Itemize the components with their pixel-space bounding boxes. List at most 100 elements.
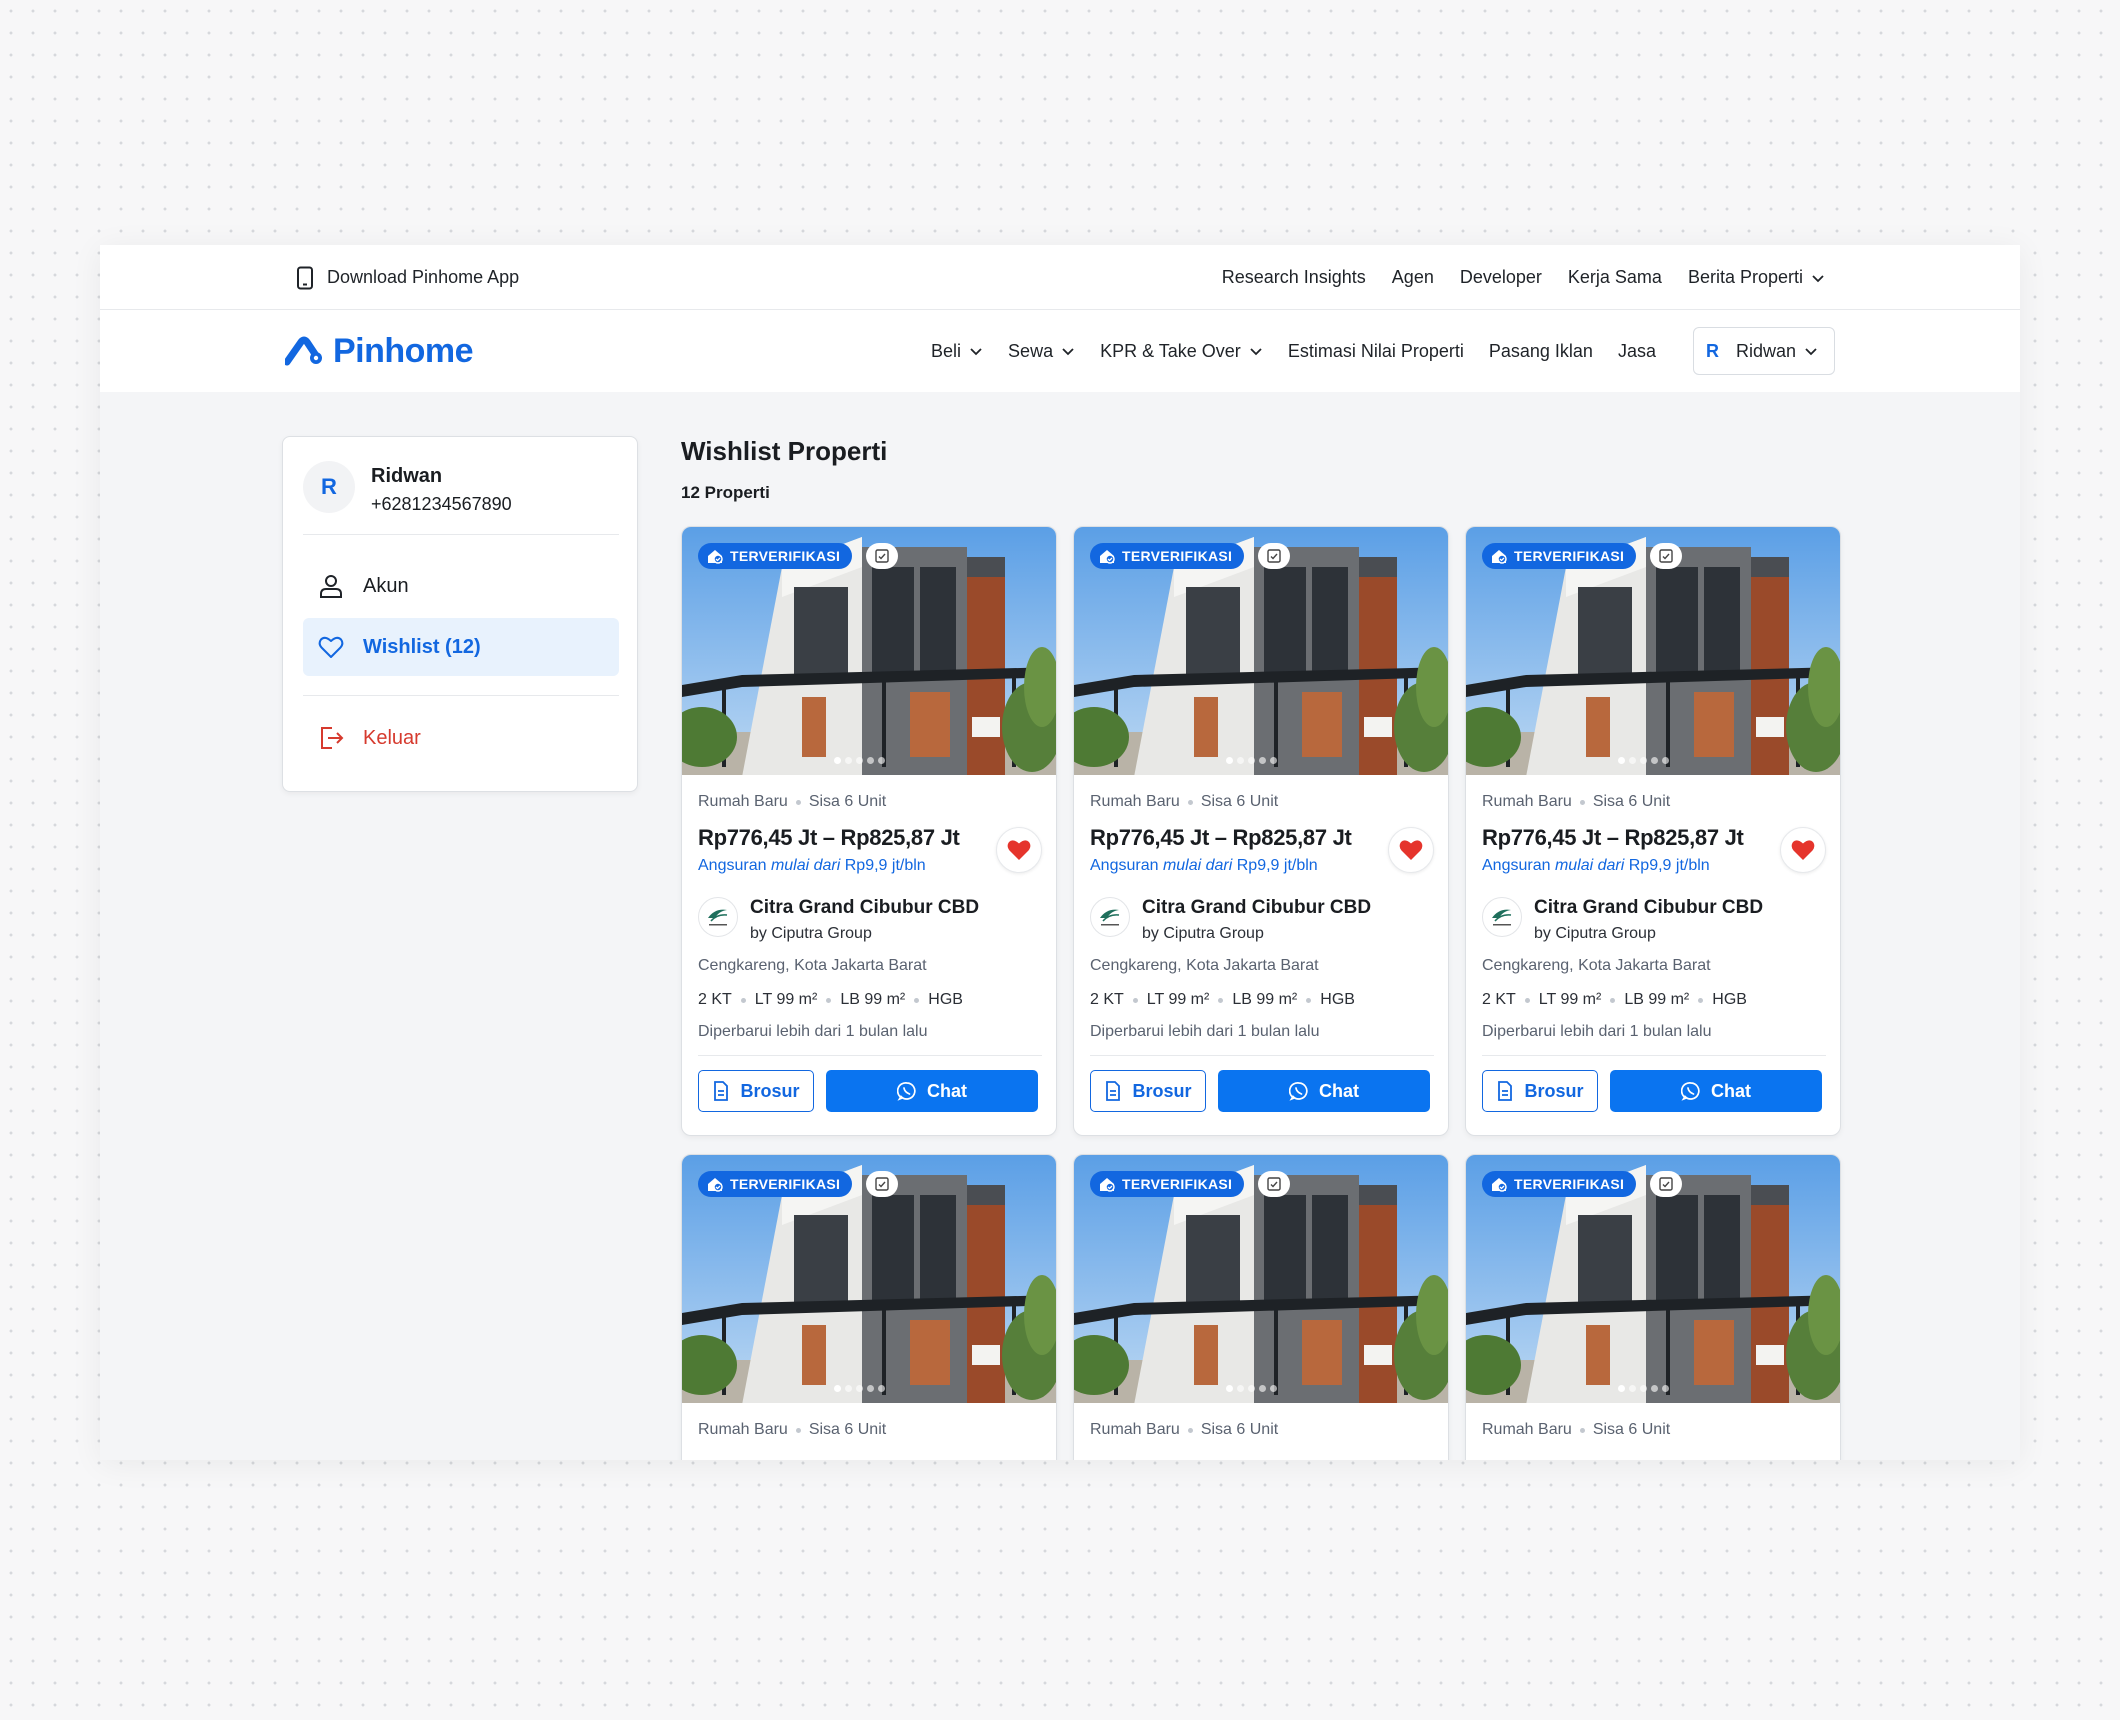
property-type-label: Rumah Baru (1090, 793, 1180, 810)
sidebar-item-keluar[interactable]: Keluar (303, 709, 619, 767)
sidebar-item-wishlist[interactable]: Wishlist (12) (303, 618, 619, 676)
brosur-button[interactable]: Brosur (1090, 1070, 1206, 1112)
chat-button[interactable]: Chat (1610, 1070, 1822, 1112)
card-divider (1482, 1055, 1826, 1056)
verified-icon (708, 550, 723, 564)
page-title: Wishlist Properti (681, 436, 888, 466)
property-card[interactable]: TERVERIFIKASI Rumah Baru Sisa 6 Unit (681, 1154, 1057, 1460)
carousel-dots[interactable] (1618, 1385, 1669, 1392)
chevron-down-icon (1805, 348, 1817, 356)
toplink-kerja-sama[interactable]: Kerja Sama (1568, 267, 1662, 288)
sidebar-item-akun[interactable]: Akun (303, 557, 619, 615)
property-photo[interactable]: TERVERIFIKASI (1074, 527, 1449, 775)
card-actions: Brosur Chat (1482, 1070, 1826, 1112)
chat-button[interactable]: Chat (826, 1070, 1038, 1112)
card-body: Rumah Baru Sisa 6 Unit Rp776,45 Jt – Rp82… (1090, 775, 1434, 1112)
property-photo[interactable]: TERVERIFIKASI (1466, 1155, 1841, 1403)
pinhome-logo-icon (285, 336, 322, 366)
property-card[interactable]: TERVERIFIKASI Rumah Baru Sisa 6 Unit Rp77… (681, 526, 1057, 1136)
chat-button[interactable]: Chat (1218, 1070, 1430, 1112)
card-body: Rumah Baru Sisa 6 Unit Rp776,45 Jt – Rp82… (1482, 775, 1826, 1112)
property-type-label: Rumah Baru (1482, 793, 1572, 810)
property-location: Cengkareng, Kota Jakarta Barat (698, 957, 927, 974)
verified-badge-label: TERVERIFIKASI (730, 1176, 841, 1192)
checklist-icon (1258, 543, 1290, 569)
card-body: Rumah Baru Sisa 6 Unit Rp776,45 Jt – Rp82… (698, 775, 1042, 1112)
developer-info[interactable]: Citra Grand Cibubur CBD by Ciputra Group (1482, 897, 1826, 943)
developer-info[interactable]: Citra Grand Cibubur CBD by Ciputra Group (698, 897, 1042, 943)
nav-pasang-iklan[interactable]: Pasang Iklan (1489, 341, 1593, 362)
app-window: Download Pinhome App Research Insights A… (100, 245, 2020, 1460)
toplink-research-insights[interactable]: Research Insights (1222, 267, 1366, 288)
toplink-berita-label: Berita Properti (1687, 267, 1803, 287)
whatsapp-icon (1681, 1082, 1700, 1101)
account-sidebar: R Ridwan +6281234567890 Akun Wishlist (1… (282, 436, 638, 792)
chat-label: Chat (1711, 1080, 1751, 1101)
nav-beli[interactable]: Beli (931, 341, 983, 362)
download-app-link[interactable]: Download Pinhome App (295, 245, 519, 310)
property-type-label: Rumah Baru (1482, 1421, 1572, 1438)
heart-filled-icon (1007, 840, 1031, 860)
verified-badge: TERVERIFIKASI (1482, 1171, 1637, 1197)
property-type: Rumah Baru Sisa 6 Unit (1090, 1421, 1434, 1439)
sidebar-item-label: Keluar (363, 726, 421, 749)
nav-sewa[interactable]: Sewa (1008, 341, 1075, 362)
document-icon (1106, 1081, 1121, 1101)
chevron-down-icon (1812, 274, 1824, 282)
property-specs: 2 KT LT 99 m² LB 99 m² HGB (1090, 991, 1355, 1008)
wishlist-heart-button[interactable] (1780, 827, 1826, 873)
profile-name: Ridwan (371, 465, 443, 487)
verified-icon (1100, 550, 1115, 564)
brosur-button[interactable]: Brosur (1482, 1070, 1598, 1112)
brosur-button[interactable]: Brosur (698, 1070, 814, 1112)
updated-info: Diperbarui lebih dari 1 bulan lalu (1482, 1023, 1712, 1040)
carousel-dots[interactable] (1226, 757, 1277, 764)
developer-name: Citra Grand Cibubur CBD (750, 897, 980, 918)
property-location: Cengkareng, Kota Jakarta Barat (1090, 957, 1319, 974)
nav-jasa[interactable]: Jasa (1618, 341, 1656, 362)
property-type: Rumah Baru Sisa 6 Unit (1090, 793, 1434, 811)
carousel-dots[interactable] (834, 757, 885, 764)
developer-info[interactable]: Citra Grand Cibubur CBD by Ciputra Group (1090, 897, 1434, 943)
toplink-berita-properti[interactable]: Berita Properti (1688, 267, 1825, 288)
verified-icon (1100, 1178, 1115, 1192)
developer-group: by Ciputra Group (750, 925, 872, 942)
download-app-label: Download Pinhome App (327, 267, 520, 287)
wishlist-heart-button[interactable] (996, 827, 1042, 873)
toplink-agen[interactable]: Agen (1392, 267, 1434, 288)
chat-label: Chat (927, 1080, 967, 1101)
property-card[interactable]: TERVERIFIKASI Rumah Baru Sisa 6 Unit Rp77… (1465, 526, 1841, 1136)
user-menu-button[interactable]: R Ridwan (1692, 327, 1835, 375)
property-card[interactable]: TERVERIFIKASI Rumah Baru Sisa 6 Unit Rp77… (1073, 526, 1449, 1136)
property-type-label: Rumah Baru (698, 793, 788, 810)
toplink-developer[interactable]: Developer (1460, 267, 1542, 288)
developer-name: Citra Grand Cibubur CBD (1142, 897, 1372, 918)
heart-icon (318, 636, 344, 658)
stock-label: Sisa 6 Unit (1200, 1421, 1279, 1438)
checklist-icon (1258, 1171, 1290, 1197)
carousel-dots[interactable] (834, 1385, 885, 1392)
primary-nav: Beli Sewa KPR & Take Over Estimasi Nilai… (931, 310, 1835, 392)
developer-logo (1090, 897, 1130, 937)
user-icon (320, 575, 342, 598)
property-photo[interactable]: TERVERIFIKASI (682, 1155, 1057, 1403)
installment-info: Angsuran mulai dari Rp9,9 jt/bln (698, 857, 926, 874)
carousel-dots[interactable] (1226, 1385, 1277, 1392)
property-type-label: Rumah Baru (698, 1421, 788, 1438)
nav-kpr-take-over[interactable]: KPR & Take Over (1100, 341, 1263, 362)
developer-logo (698, 897, 738, 937)
property-count: 12 Properti (681, 483, 770, 502)
property-photo[interactable]: TERVERIFIKASI (1074, 1155, 1449, 1403)
nav-estimasi-nilai-properti[interactable]: Estimasi Nilai Properti (1288, 341, 1464, 362)
wishlist-heart-button[interactable] (1388, 827, 1434, 873)
nav-sewa-label: Sewa (1008, 340, 1054, 361)
carousel-dots[interactable] (1618, 757, 1669, 764)
property-card[interactable]: TERVERIFIKASI Rumah Baru Sisa 6 Unit (1465, 1154, 1841, 1460)
smartphone-icon (297, 266, 313, 289)
verified-icon (708, 1178, 723, 1192)
property-photo[interactable]: TERVERIFIKASI (1466, 527, 1841, 775)
property-card[interactable]: TERVERIFIKASI Rumah Baru Sisa 6 Unit (1073, 1154, 1449, 1460)
card-divider (1090, 1055, 1434, 1056)
property-photo[interactable]: TERVERIFIKASI (682, 527, 1057, 775)
pinhome-logo[interactable]: Pinhome (285, 310, 474, 392)
